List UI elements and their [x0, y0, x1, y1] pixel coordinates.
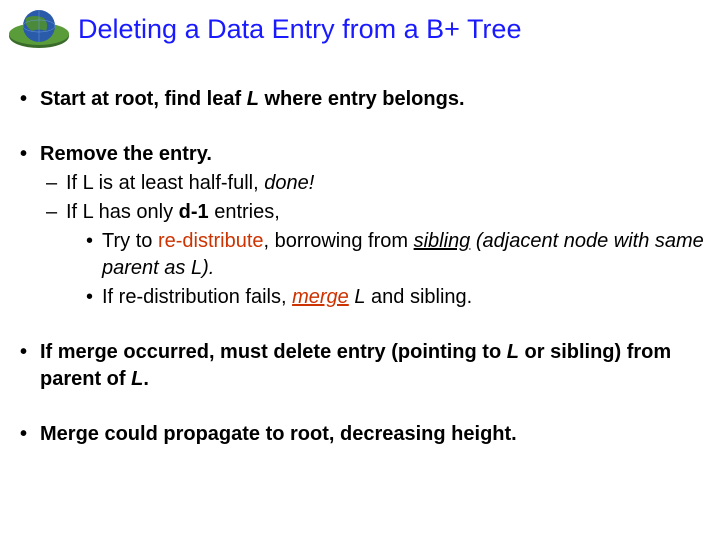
- text-italic: L: [131, 368, 143, 390]
- text: where entry belongs.: [259, 88, 465, 110]
- text-sibling: sibling: [414, 230, 471, 252]
- text-italic: L: [247, 88, 259, 110]
- sub-half-full: If L is at least half-full, done!: [40, 170, 705, 197]
- text-merge: merge: [292, 286, 349, 308]
- text: If re-distribution fails,: [102, 286, 292, 308]
- globe-icon: [4, 6, 74, 50]
- text: and sibling.: [365, 286, 472, 308]
- slide: Deleting a Data Entry from a B+ Tree Sta…: [0, 0, 720, 540]
- text: If L is at least half-full,: [66, 172, 264, 194]
- text: Remove the entry.: [40, 143, 212, 165]
- text: .: [143, 368, 149, 390]
- slide-title: Deleting a Data Entry from a B+ Tree: [78, 14, 700, 45]
- text: If merge occurred, must delete entry (po…: [40, 341, 507, 363]
- text: Merge could propagate to root, decreasin…: [40, 423, 517, 445]
- text: If L has only: [66, 201, 179, 223]
- sub-merge: If re-distribution fails, merge L and si…: [66, 284, 705, 311]
- text-italic: L: [507, 341, 519, 363]
- bullet-start-at-root: Start at root, find leaf L where entry b…: [20, 86, 705, 113]
- text-red: re-distribute: [158, 230, 264, 252]
- bullet-propagate-root: Merge could propagate to root, decreasin…: [20, 421, 705, 448]
- text: , borrowing from: [264, 230, 414, 252]
- text: Try to: [102, 230, 158, 252]
- slide-content: Start at root, find leaf L where entry b…: [20, 86, 705, 476]
- bullet-remove-entry: Remove the entry. If L is at least half-…: [20, 141, 705, 311]
- sub-d-minus-1: If L has only d-1 entries, Try to re-dis…: [40, 199, 705, 311]
- text-italic: done!: [264, 172, 314, 194]
- text: entries,: [209, 201, 280, 223]
- text: Start at root, find leaf: [40, 88, 247, 110]
- sub-redistribute: Try to re-distribute, borrowing from sib…: [66, 228, 705, 282]
- text-italic: L: [349, 286, 366, 308]
- text-bold: d-1: [179, 201, 209, 223]
- bullet-merge-occurred: If merge occurred, must delete entry (po…: [20, 339, 705, 393]
